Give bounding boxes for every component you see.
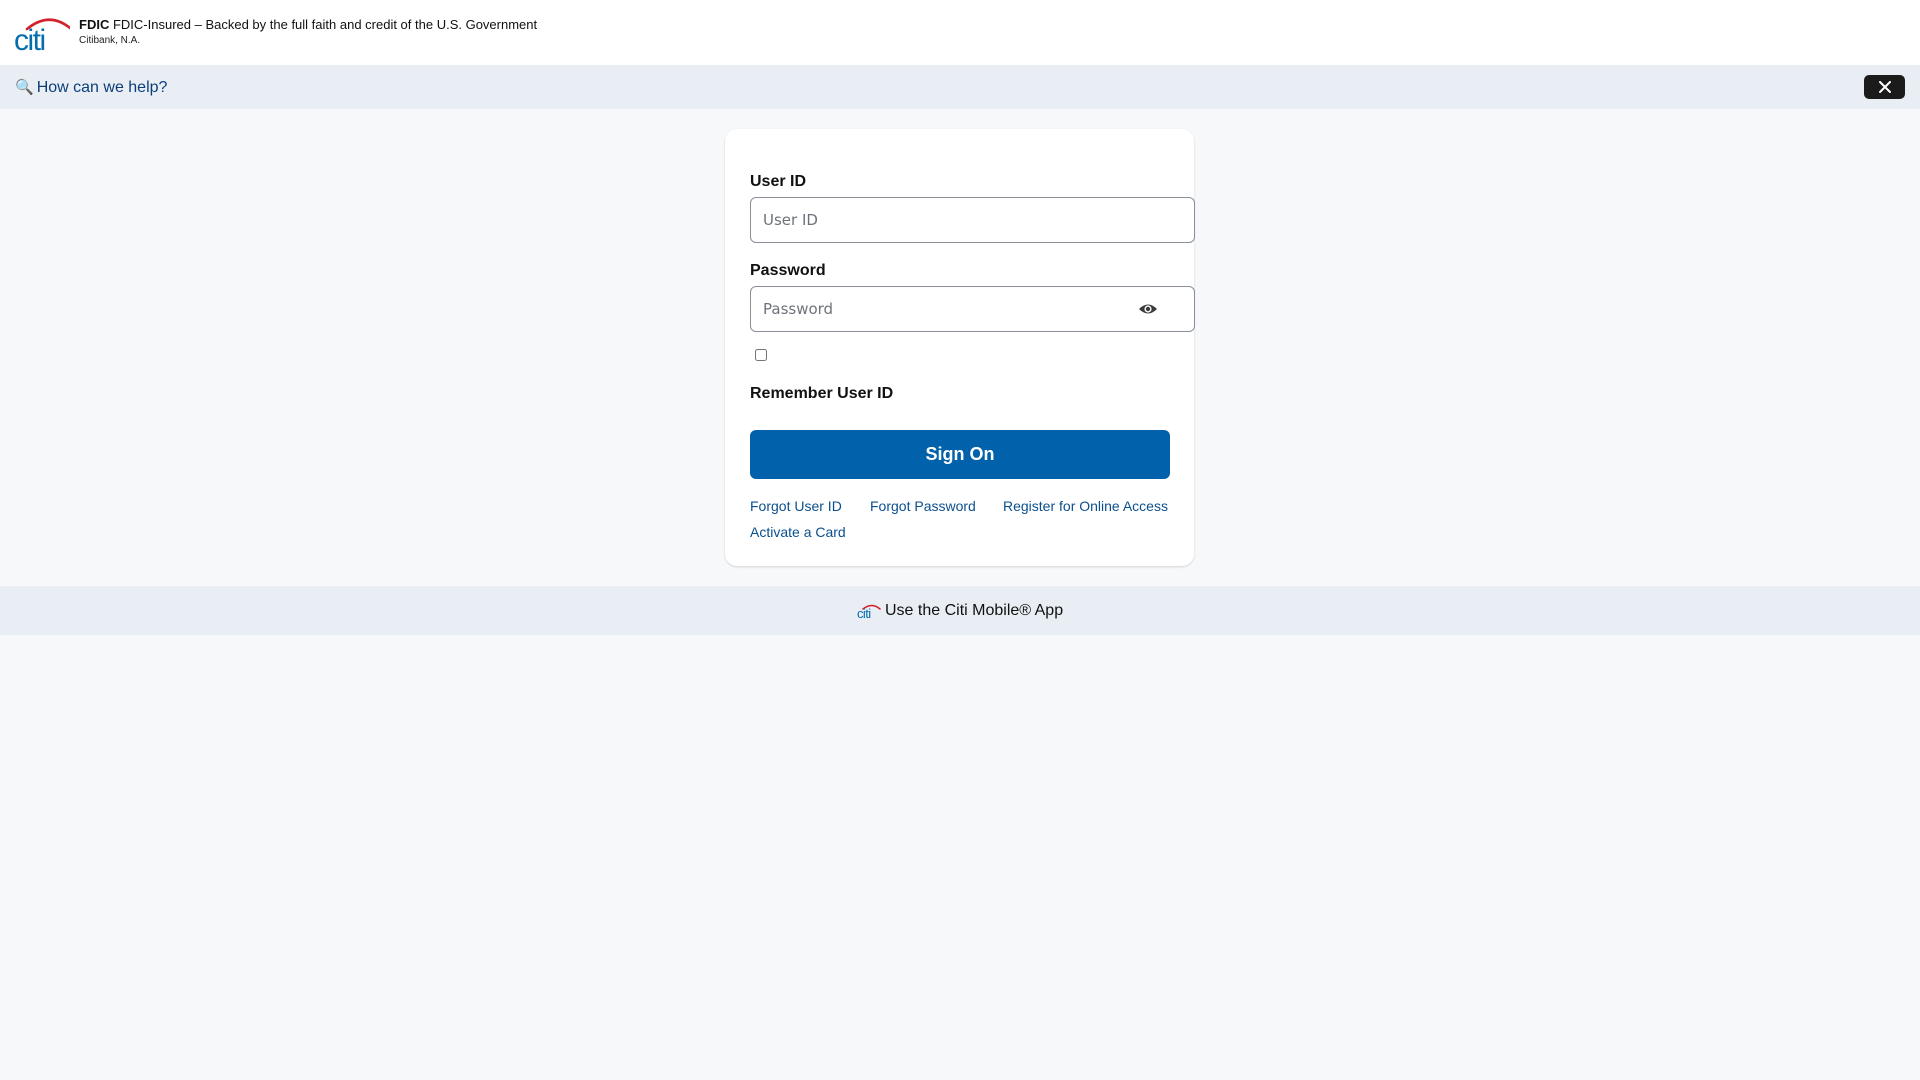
- fdic-text: FDIC-Insured – Backed by the full faith …: [112, 17, 538, 32]
- password-label: Password: [750, 262, 826, 279]
- user-id-field[interactable]: [750, 197, 1195, 243]
- svg-text:citi: citi: [14, 24, 45, 52]
- password-field[interactable]: [750, 286, 1195, 332]
- forgot-password-link[interactable]: Forgot Password: [870, 498, 976, 514]
- citi-logo-icon: citi: [857, 604, 881, 619]
- remember-user-id-label: Remember User ID: [750, 385, 894, 402]
- magnifier-icon: 🔍: [15, 79, 34, 96]
- close-icon: [1878, 81, 1891, 93]
- login-card: User ID Password Remember User ID Sign O…: [725, 129, 1195, 566]
- citi-logo[interactable]: citi: [14, 14, 70, 52]
- svg-text:citi: citi: [857, 606, 871, 619]
- help-label: How can we help?: [36, 79, 168, 96]
- mobile-app-label: Use the Citi Mobile® App: [885, 602, 1064, 619]
- close-button[interactable]: [1864, 75, 1905, 99]
- activate-card-link[interactable]: Activate a Card: [750, 524, 846, 540]
- bank-name: Citibank, N.A.: [79, 35, 141, 46]
- user-id-input[interactable]: [763, 198, 1143, 242]
- eye-icon[interactable]: [1138, 300, 1158, 318]
- forgot-user-id-link[interactable]: Forgot User ID: [750, 498, 842, 514]
- fdic-label: FDIC: [79, 17, 110, 32]
- top-header: citi FDIC FDIC-Insured – Backed by the f…: [0, 0, 1920, 65]
- remember-user-id-checkbox[interactable]: [755, 349, 767, 361]
- register-online-access-link[interactable]: Register for Online Access: [1003, 498, 1168, 514]
- password-input[interactable]: [763, 287, 1143, 331]
- mobile-app-banner: citi Use the Citi Mobile® App: [0, 586, 1920, 635]
- help-bar: 🔍 How can we help?: [0, 65, 1920, 109]
- user-id-label: User ID: [750, 173, 807, 190]
- sign-on-button[interactable]: Sign On: [750, 430, 1170, 479]
- mobile-app-link[interactable]: citi Use the Citi Mobile® App: [857, 601, 1063, 621]
- fdic-notice: FDIC FDIC-Insured – Backed by the full f…: [79, 17, 537, 32]
- help-search-link[interactable]: 🔍 How can we help?: [15, 78, 167, 97]
